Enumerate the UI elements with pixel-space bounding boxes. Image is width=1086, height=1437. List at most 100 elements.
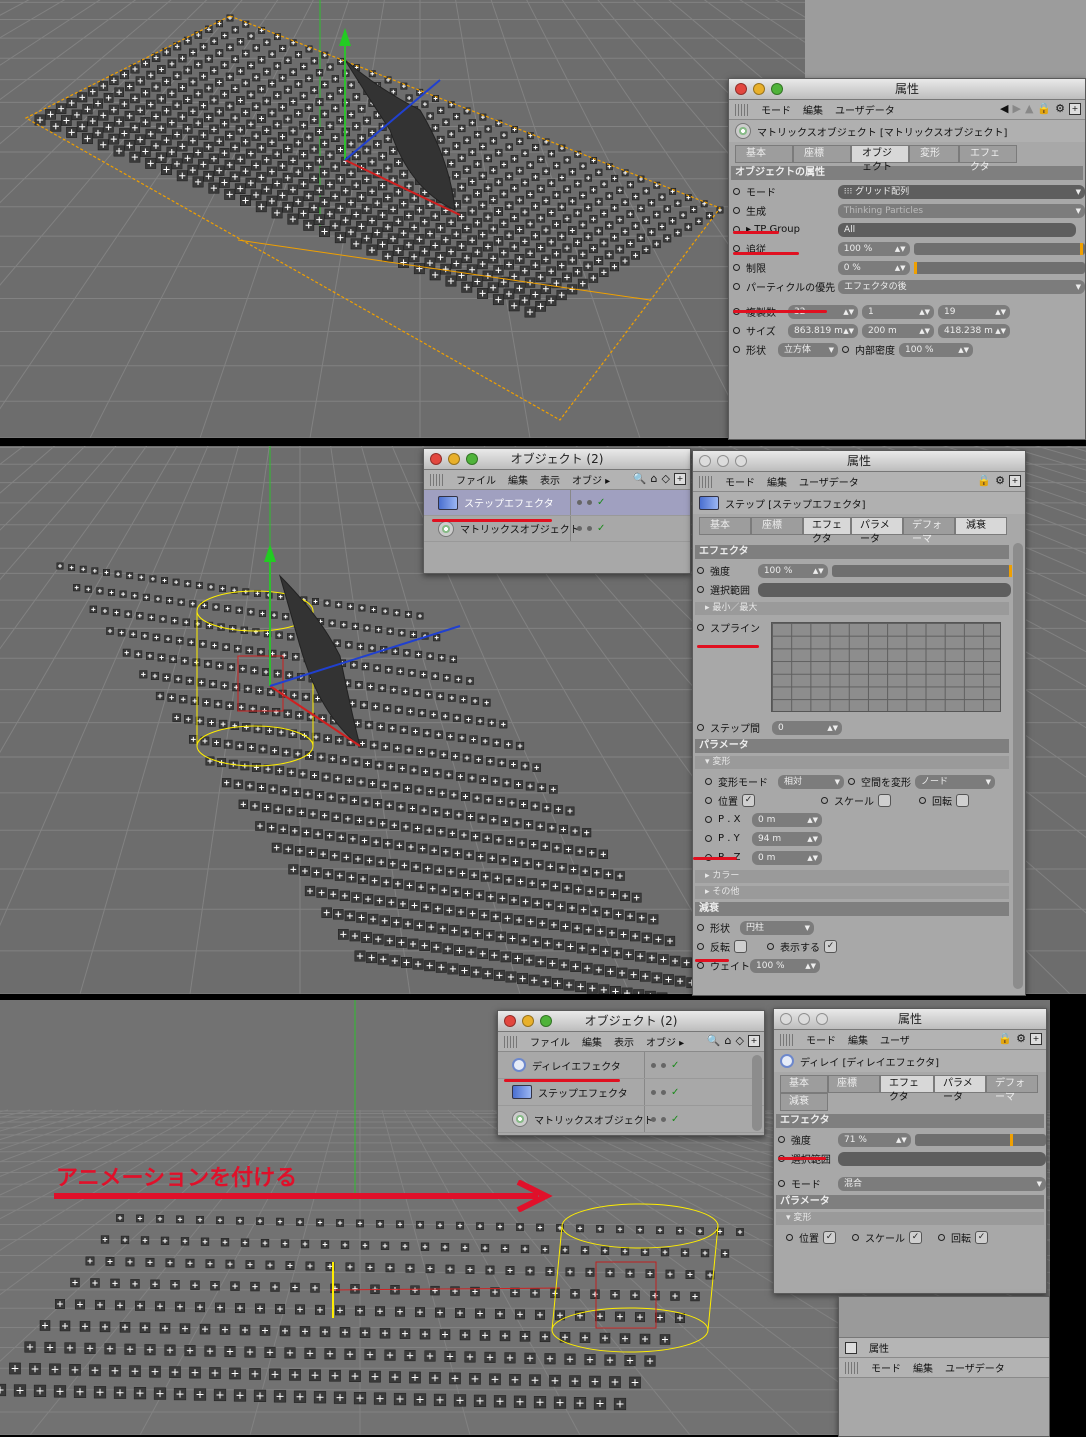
generate-dropdown[interactable]: Thinking Particles ▼ [837, 203, 1085, 218]
menu-edit[interactable]: 編集 [803, 102, 823, 117]
rotation-checkbox[interactable] [956, 794, 969, 807]
menu-view[interactable]: 表示 [614, 1034, 634, 1049]
menu-object[interactable]: オブジ ▸ [646, 1034, 684, 1049]
menu-userdata[interactable]: ユーザデータ [835, 102, 895, 117]
tab-parameter[interactable]: パラメータ [934, 1075, 986, 1103]
strength-field[interactable]: 100 % ▲▼ [757, 563, 828, 578]
home-icon[interactable]: ⌂ [651, 472, 658, 485]
settings-icon[interactable]: ⚙ [995, 474, 1005, 487]
strength-slider[interactable] [831, 564, 1012, 577]
priority-dropdown[interactable]: エフェクタの後 ▼ [837, 279, 1085, 294]
strength-slider[interactable] [914, 1133, 1046, 1146]
new-panel-icon[interactable]: + [674, 472, 686, 485]
scrollbar[interactable] [752, 1055, 762, 1131]
tab-basic[interactable]: 基本 [735, 145, 793, 163]
density-field[interactable]: 100 % ▲▼ [899, 342, 973, 357]
zoom-icon[interactable] [735, 455, 747, 467]
mode-dropdown[interactable]: ⁝⁝⁝ グリッド配列 ▼ [837, 184, 1085, 199]
tab-coord[interactable]: 座標 [828, 1075, 880, 1093]
selection-field[interactable] [757, 582, 1011, 597]
tab-parameter[interactable]: パラメータ [851, 517, 903, 545]
scrollbar[interactable] [1013, 543, 1023, 989]
lock-icon[interactable]: 🔒 [977, 474, 991, 487]
tab-deformer[interactable]: デフォーマ [986, 1075, 1038, 1103]
new-panel-icon[interactable]: + [1069, 102, 1081, 115]
size-z[interactable]: 418.238 m ▲▼ [938, 323, 1010, 338]
menu-object[interactable]: オブジ ▸ [572, 472, 610, 487]
pz-field[interactable]: 0 m ▲▼ [752, 850, 822, 865]
shape-dropdown[interactable]: 立方体 ▼ [778, 342, 838, 357]
invert-checkbox[interactable] [734, 940, 747, 953]
tab-effector[interactable]: エフェクタ [803, 517, 851, 545]
step-gap-field[interactable]: 0 ▲▼ [772, 720, 842, 735]
zoom-icon[interactable] [816, 1013, 828, 1025]
rotation-checkbox[interactable]: ✓ [975, 1231, 988, 1244]
menu-edit[interactable]: 編集 [508, 472, 528, 487]
close-icon[interactable] [504, 1015, 516, 1027]
list-item[interactable]: ステップエフェクタ ✓ [424, 490, 690, 516]
transform-mode-dropdown[interactable]: 相対 ▼ [778, 774, 844, 789]
position-checkbox[interactable]: ✓ [823, 1231, 836, 1244]
menu-edit[interactable]: 編集 [913, 1360, 933, 1375]
close-icon[interactable] [735, 83, 747, 95]
menu-edit[interactable]: 編集 [582, 1034, 602, 1049]
close-icon[interactable] [430, 453, 442, 465]
count-z[interactable]: 19 ▲▼ [938, 304, 1010, 319]
track-slider[interactable] [913, 242, 1085, 255]
limit-field[interactable]: 0 % ▲▼ [837, 260, 910, 275]
close-icon[interactable] [699, 455, 711, 467]
menu-edit[interactable]: 編集 [848, 1032, 868, 1047]
track-field[interactable]: 100 % ▲▼ [837, 241, 910, 256]
tab-coord[interactable]: 座標 [793, 145, 851, 163]
px-field[interactable]: 0 m ▲▼ [752, 812, 822, 827]
close-icon[interactable] [780, 1013, 792, 1025]
new-panel-icon[interactable]: + [1009, 474, 1021, 487]
eye-icon[interactable]: ◇ [662, 472, 670, 485]
up-arrow-icon[interactable]: ▲ [1025, 102, 1033, 115]
tab-transform[interactable]: 変形 [909, 145, 959, 163]
forward-arrow-icon[interactable]: ▶ [1012, 102, 1020, 115]
sub-other[interactable]: ▸ その他 [695, 886, 1009, 899]
show-checkbox[interactable]: ✓ [824, 940, 837, 953]
space-dropdown[interactable]: ノード ▼ [915, 774, 995, 789]
tab-basic[interactable]: 基本 [699, 517, 751, 535]
list-item[interactable]: マトリックスオブジェクト ✓ [498, 1106, 764, 1133]
menu-userdata[interactable]: ユーザ [880, 1032, 910, 1047]
new-panel-icon[interactable]: + [748, 1034, 760, 1047]
search-icon[interactable]: 🔍 [707, 1034, 721, 1047]
mode-dropdown[interactable]: 混合 ▼ [838, 1176, 1046, 1191]
sub-color[interactable]: ▸ カラー [695, 870, 1009, 883]
size-x[interactable]: 863.819 m ▲▼ [788, 323, 858, 338]
scale-checkbox[interactable]: ✓ [909, 1231, 922, 1244]
zoom-icon[interactable] [466, 453, 478, 465]
minimize-icon[interactable] [717, 455, 729, 467]
menu-mode[interactable]: モード [806, 1032, 836, 1047]
tab-effector[interactable]: エフェクタ [880, 1075, 934, 1103]
limit-slider[interactable] [913, 261, 1085, 274]
menu-userdata[interactable]: ユーザデータ [799, 474, 859, 489]
home-icon[interactable]: ⌂ [725, 1034, 732, 1047]
strength-field[interactable]: 71 % ▲▼ [838, 1132, 911, 1147]
sub-minmax[interactable]: ▸ 最小／最大 [695, 602, 1009, 615]
minimize-icon[interactable] [522, 1015, 534, 1027]
minimize-icon[interactable] [798, 1013, 810, 1025]
size-y[interactable]: 200 m ▲▼ [862, 323, 934, 338]
menu-edit[interactable]: 編集 [767, 474, 787, 489]
search-icon[interactable]: 🔍 [633, 472, 647, 485]
spline-graph[interactable] [771, 622, 1001, 712]
settings-icon[interactable]: ⚙ [1016, 1032, 1026, 1045]
eye-icon[interactable]: ◇ [736, 1034, 744, 1047]
menu-mode[interactable]: モード [725, 474, 755, 489]
menu-mode[interactable]: モード [761, 102, 791, 117]
sub-transform[interactable]: ▾ 変形 [776, 1212, 1044, 1225]
scale-checkbox[interactable] [878, 794, 891, 807]
selection-field[interactable] [838, 1151, 1046, 1166]
check-icon[interactable]: ✓ [671, 1060, 679, 1071]
tab-effector[interactable]: エフェクタ [959, 145, 1017, 173]
check-icon[interactable]: ✓ [597, 497, 605, 508]
menu-mode[interactable]: モード [871, 1360, 901, 1375]
tab-object[interactable]: オブジェクト [851, 145, 909, 173]
zoom-icon[interactable] [771, 83, 783, 95]
falloff-shape-dropdown[interactable]: 円柱 ▼ [740, 920, 814, 935]
minimize-icon[interactable] [448, 453, 460, 465]
